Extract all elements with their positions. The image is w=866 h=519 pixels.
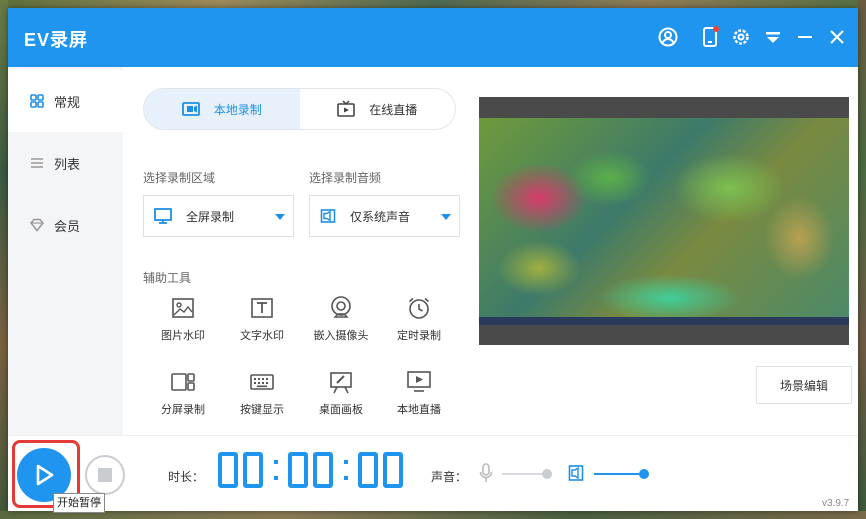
timer-colon [344, 460, 352, 480]
preview-taskbar [479, 317, 849, 325]
user-icon[interactable] [656, 25, 680, 49]
desktop-background-left [0, 0, 8, 519]
timer-digit [218, 452, 238, 488]
timer-display: 00:00:00 [218, 452, 408, 488]
close-icon[interactable] [825, 25, 849, 49]
sidebar-item-label: 会员 [54, 218, 81, 234]
speaker-icon[interactable] [568, 464, 584, 487]
audio-label: 选择录制音频 [309, 171, 382, 185]
desktop-background-right [858, 0, 866, 519]
tools-label: 辅助工具 [143, 271, 192, 285]
split-screen-icon [171, 373, 195, 391]
sidebar-item-list[interactable]: 列表 [8, 132, 123, 194]
screen-preview [479, 97, 849, 345]
phone-icon[interactable] [698, 25, 722, 49]
tool-desktop-board[interactable]: 桌面画板 [308, 367, 374, 417]
timer-digit [288, 452, 308, 488]
microphone-icon[interactable] [478, 462, 494, 489]
sound-label: 声音： [431, 470, 468, 484]
monitor-icon [154, 208, 172, 224]
tv-icon [337, 100, 356, 117]
sidebar: 常规 列表 会员 [8, 67, 123, 435]
speaker-volume-slider[interactable] [594, 469, 649, 479]
tab-label: 本地录制 [213, 102, 262, 117]
diamond-icon [30, 218, 44, 232]
tool-label: 嵌入摄像头 [313, 330, 369, 342]
stop-icon [98, 468, 112, 482]
play-tooltip: 开始暂停 [53, 493, 105, 513]
timer-digit [358, 452, 378, 488]
scene-edit-button[interactable]: 场景编辑 [756, 366, 852, 404]
slider-knob[interactable] [639, 469, 649, 479]
alarm-icon [408, 297, 430, 319]
grid-icon [30, 94, 44, 108]
tool-label: 图片水印 [161, 330, 205, 342]
audio-select[interactable]: 仅系统声音 [309, 195, 460, 237]
sidebar-item-label: 列表 [54, 156, 81, 172]
tab-online-live[interactable]: 在线直播 [300, 89, 456, 129]
preview-image [479, 118, 849, 325]
menu-icon[interactable] [761, 25, 785, 49]
list-icon [31, 158, 43, 168]
sidebar-item-label: 常规 [54, 94, 81, 110]
sidebar-item-member[interactable]: 会员 [8, 194, 123, 256]
chevron-down-icon [275, 214, 285, 220]
bottom-bar: 开始暂停 时长： 00:00:00 声音： v3.9.7 [8, 435, 858, 513]
gear-icon[interactable] [729, 25, 753, 49]
timer-digit [313, 452, 333, 488]
tool-label: 本地直播 [397, 404, 441, 416]
text-icon [251, 298, 273, 318]
image-icon [172, 298, 194, 318]
tool-local-live[interactable]: 本地直播 [386, 367, 452, 417]
ev-recorder-window: EV录屏 常规 列表 会员 本地录制 在线直播 选择录制区域 全屏录制 选择录制… [8, 8, 858, 513]
version-label: v3.9.7 [822, 498, 850, 509]
app-title: EV录屏 [24, 30, 89, 50]
tool-split-screen[interactable]: 分屏录制 [150, 367, 216, 417]
webcam-icon [331, 296, 351, 318]
sidebar-item-general[interactable]: 常规 [8, 70, 123, 132]
tool-image-watermark[interactable]: 图片水印 [150, 293, 216, 343]
tool-label: 桌面画板 [319, 404, 363, 416]
desktop-background [0, 0, 866, 8]
audio-value: 仅系统声音 [350, 209, 411, 224]
area-value: 全屏录制 [186, 209, 235, 224]
tool-label: 分屏录制 [161, 404, 205, 416]
mode-tabs: 本地录制 在线直播 [143, 88, 456, 130]
duration-label: 时长： [168, 470, 205, 484]
tab-label: 在线直播 [369, 102, 418, 117]
timer-digit [243, 452, 263, 488]
tool-label: 定时录制 [397, 330, 441, 342]
tool-label: 文字水印 [240, 330, 284, 342]
tool-timed-record[interactable]: 定时录制 [386, 293, 452, 343]
desktop-background-bottom [0, 511, 866, 519]
minimize-icon[interactable] [793, 25, 817, 49]
keyboard-icon [250, 374, 274, 390]
area-label: 选择录制区域 [143, 171, 216, 185]
tool-embed-webcam[interactable]: 嵌入摄像头 [308, 293, 374, 343]
easel-icon [330, 372, 352, 394]
microphone-volume-slider[interactable] [502, 469, 552, 479]
play-icon [36, 464, 54, 486]
live-icon [407, 371, 431, 392]
timer-colon [274, 460, 282, 480]
tool-key-display[interactable]: 按键显示 [229, 367, 295, 417]
tool-text-watermark[interactable]: 文字水印 [229, 293, 295, 343]
tab-local-record[interactable]: 本地录制 [144, 89, 300, 129]
timer-digit [383, 452, 403, 488]
main-panel: 本地录制 在线直播 选择录制区域 全屏录制 选择录制音频 仅系统声音 辅助工具 … [123, 67, 858, 435]
speaker-icon [320, 209, 336, 223]
tool-label: 按键显示 [240, 404, 284, 416]
record-icon [181, 102, 200, 116]
slider-knob[interactable] [542, 469, 552, 479]
title-bar[interactable]: EV录屏 [8, 8, 858, 67]
chevron-down-icon [441, 214, 451, 220]
area-select[interactable]: 全屏录制 [143, 195, 294, 237]
stop-button[interactable] [85, 455, 125, 495]
